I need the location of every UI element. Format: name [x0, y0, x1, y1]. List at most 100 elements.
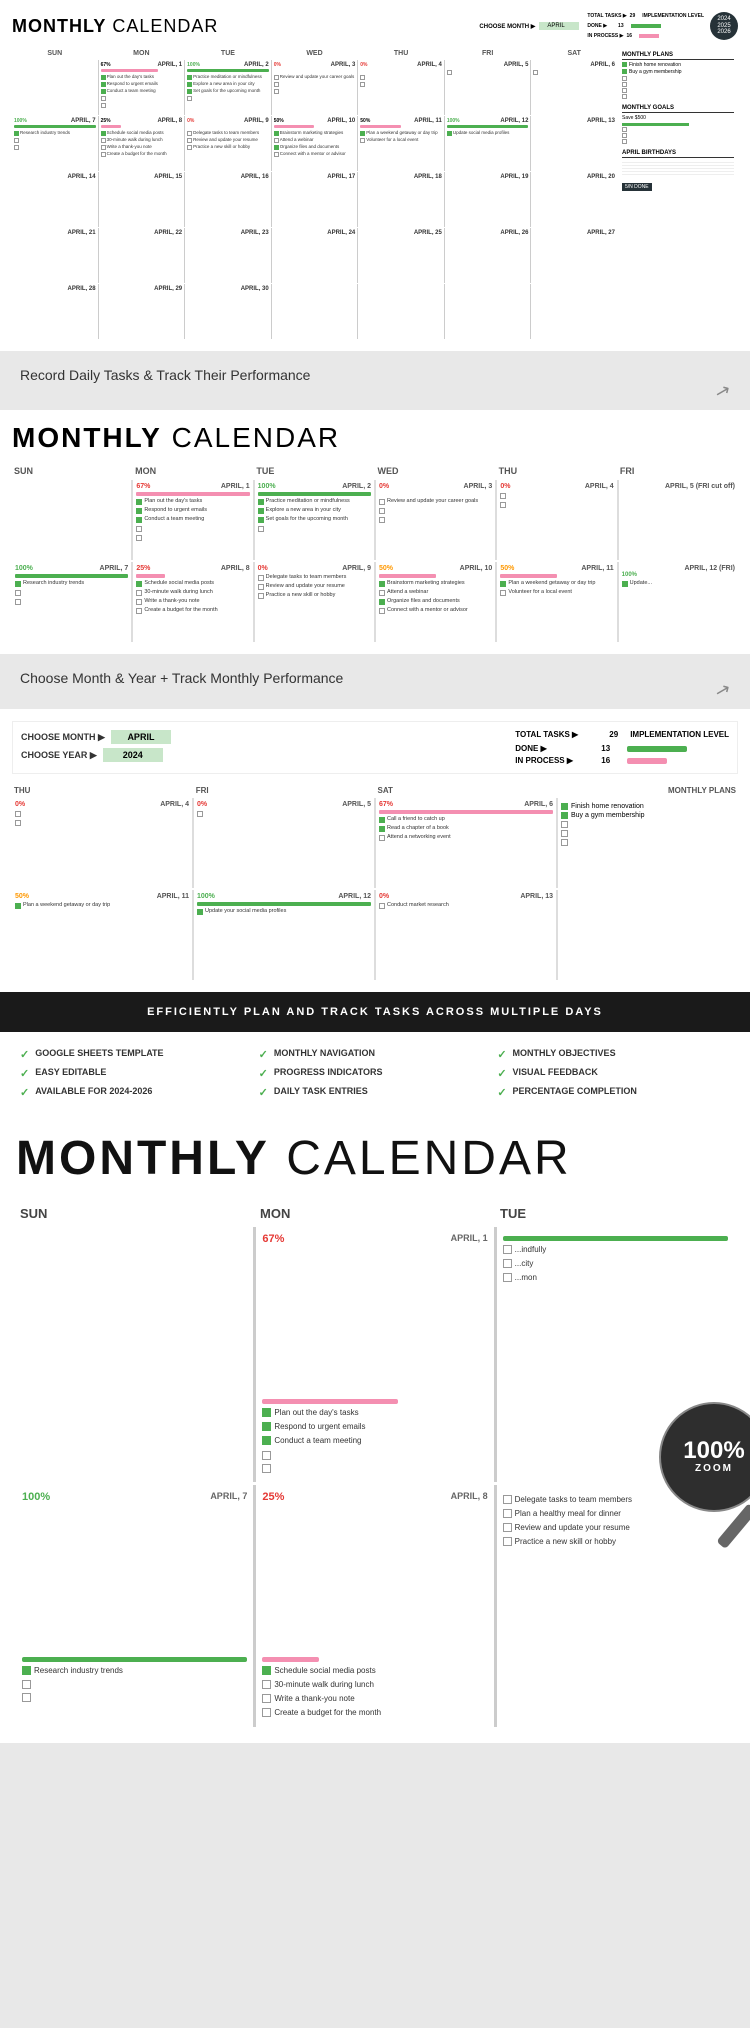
task-checkbox[interactable] — [187, 75, 192, 80]
goal-checkbox[interactable] — [622, 127, 627, 132]
choose-month-value[interactable]: APRIL — [111, 730, 171, 744]
cal-cell-apr19: APRIL, 19 — [445, 172, 531, 227]
large-checkbox[interactable] — [503, 1495, 512, 1504]
zoomed-calendar-section: MONTHLY CALENDAR SUN MON TUE WED THU FRI… — [0, 410, 750, 654]
inprocess-stat-row: IN PROCESS ▶ 16 — [515, 756, 729, 765]
cal-cell-apr26: APRIL, 26 — [445, 228, 531, 283]
task-checkbox[interactable] — [101, 89, 106, 94]
zoomed-bar — [258, 492, 371, 496]
cal-cell-apr3: 0% APRIL, 3 Review and update your caree… — [272, 60, 358, 115]
large-checkbox[interactable] — [262, 1451, 271, 1460]
plan-checkbox[interactable] — [622, 76, 627, 81]
feature-item-6: ✓ VISUAL FEEDBACK — [497, 1067, 730, 1080]
dark-banner: EFFICIENTLY PLAN AND TRACK TASKS ACROSS … — [0, 992, 750, 1032]
large-checkbox[interactable] — [22, 1666, 31, 1675]
progress-bar — [14, 125, 96, 128]
plan-checkbox[interactable] — [622, 94, 627, 99]
lcell-apr9-partial: Delegate tasks to team members Plan a he… — [497, 1485, 734, 1728]
large-checkbox[interactable] — [22, 1693, 31, 1702]
large-checkbox[interactable] — [262, 1408, 271, 1417]
calendar-controls: CHOOSE MONTH ▶ APRIL TOTAL TASKS ▶ 29 IM… — [479, 13, 704, 39]
zcell-apr10: 50% APRIL, 10 Brainstorm marketing strat… — [376, 562, 495, 642]
plan-checkbox[interactable] — [561, 812, 568, 819]
plan-checkbox[interactable] — [622, 88, 627, 93]
plan-checkbox[interactable] — [561, 821, 568, 828]
plan-checkbox[interactable] — [622, 82, 627, 87]
plan-checkbox[interactable] — [622, 62, 627, 67]
cal-cell-apr1: 67% APRIL, 1 Plan out the day's tasks Re… — [99, 60, 185, 115]
zoomed-bar — [379, 574, 436, 578]
plan-checkbox[interactable] — [622, 69, 627, 74]
zoomed-bar — [500, 574, 557, 578]
pcell-empty — [558, 890, 738, 980]
large-checkbox[interactable] — [262, 1422, 271, 1431]
choose-year-row: CHOOSE YEAR ▶ 2024 — [21, 748, 171, 762]
large-checkbox[interactable] — [22, 1680, 31, 1689]
choose-year-value[interactable]: 2024 — [103, 748, 163, 762]
plan-checkbox[interactable] — [561, 803, 568, 810]
partial-grid: 0% APRIL, 4 0% APRIL, 5 67% — [12, 798, 738, 888]
task-checkbox[interactable] — [187, 89, 192, 94]
cal-cell-apr9: 0% APRIL, 9 Delegate tasks to team membe… — [185, 116, 271, 171]
goal-checkbox[interactable] — [622, 133, 627, 138]
inprocess-bar — [627, 758, 667, 764]
done-badge: 5/N DONE — [622, 183, 652, 191]
large-checkbox[interactable] — [262, 1694, 271, 1703]
zoom-badge-container: 100% ZOOM — [659, 1402, 750, 1512]
large-checkbox[interactable] — [262, 1464, 271, 1473]
cal-cell-apr18: APRIL, 18 — [358, 172, 444, 227]
cal-cell-apr6: APRIL, 6 — [531, 60, 617, 115]
cal-cell-apr29: APRIL, 29 — [99, 284, 185, 339]
calendar-grid-row5: APRIL, 28 APRIL, 29 APRIL, 30 — [12, 284, 617, 339]
feature-item-9: ✓ PERCENTAGE COMPLETION — [497, 1086, 730, 1099]
zcell-apr11: 50% APRIL, 11 Plan a weekend getaway or … — [497, 562, 616, 642]
task-checkbox[interactable] — [101, 82, 106, 87]
task-checkbox[interactable] — [187, 96, 192, 101]
done-stat-row: DONE ▶ 13 — [515, 744, 729, 753]
pcell-apr13: 0% APRIL, 13 Conduct market research — [376, 890, 556, 980]
lcell-apr1: 67% APRIL, 1 Plan out the day's tasks Re… — [256, 1227, 493, 1482]
task-checkbox[interactable] — [274, 82, 279, 87]
partial-bar — [379, 810, 553, 814]
large-checkbox[interactable] — [262, 1680, 271, 1689]
monthly-plans-section: MONTHLY PLANS Finish home renovation Buy… — [622, 52, 734, 99]
zcell-apr12-cut: APRIL, 12 (FRI) 100% Update... — [619, 562, 738, 642]
zoomed-bar — [15, 574, 128, 578]
large-checkbox[interactable] — [503, 1245, 512, 1254]
task-checkbox[interactable] — [274, 89, 279, 94]
task-checkbox[interactable] — [101, 96, 106, 101]
main-layout: SUN MON TUE WED THU FRI SAT 67% APRIL, 1… — [12, 48, 738, 339]
calendar-grid-row1: 67% APRIL, 1 Plan out the day's tasks Re… — [12, 60, 617, 115]
cal-cell-empty — [531, 284, 617, 339]
plan-checkbox[interactable] — [561, 839, 568, 846]
task-checkbox[interactable] — [187, 82, 192, 87]
cal-cell-apr12: 100% APRIL, 12 Update social media profi… — [445, 116, 531, 171]
zcell-apr3: 0% APRIL, 3 Review and update your caree… — [376, 480, 495, 560]
large-checkbox[interactable] — [503, 1259, 512, 1268]
task-checkbox[interactable] — [274, 75, 279, 80]
april-birthdays-section: APRIL BIRTHDAYS — [622, 150, 734, 175]
large-checkbox[interactable] — [262, 1436, 271, 1445]
description-section-1: Record Daily Tasks & Track Their Perform… — [0, 351, 750, 410]
day-headers: SUN MON TUE WED THU FRI SAT — [12, 48, 617, 59]
goal-checkbox[interactable] — [622, 139, 627, 144]
cal-cell-empty — [445, 284, 531, 339]
large-bar — [503, 1236, 728, 1241]
large-checkbox[interactable] — [503, 1537, 512, 1546]
monthly-goals-title: MONTHLY GOALS — [622, 105, 734, 113]
large-grid-row1: 67% APRIL, 1 Plan out the day's tasks Re… — [16, 1227, 734, 1482]
zcell-apr5: APRIL, 5 (FRI cut off) — [619, 480, 738, 560]
task-checkbox[interactable] — [101, 103, 106, 108]
features-grid: ✓ GOOGLE SHEETS TEMPLATE ✓ MONTHLY NAVIG… — [20, 1048, 730, 1099]
large-checkbox[interactable] — [503, 1509, 512, 1518]
large-checkbox[interactable] — [262, 1708, 271, 1717]
full-calendar-preview: MONTHLY CALENDAR CHOOSE MONTH ▶ APRIL TO… — [0, 0, 750, 351]
plan-checkbox[interactable] — [561, 830, 568, 837]
large-checkbox[interactable] — [503, 1523, 512, 1532]
cal-cell-apr4: 0% APRIL, 4 — [358, 60, 444, 115]
large-checkbox[interactable] — [262, 1666, 271, 1675]
task-checkbox[interactable] — [101, 75, 106, 80]
year-badge: 2024 2025 2026 — [710, 12, 738, 40]
large-bar — [262, 1399, 397, 1404]
large-checkbox[interactable] — [503, 1273, 512, 1282]
